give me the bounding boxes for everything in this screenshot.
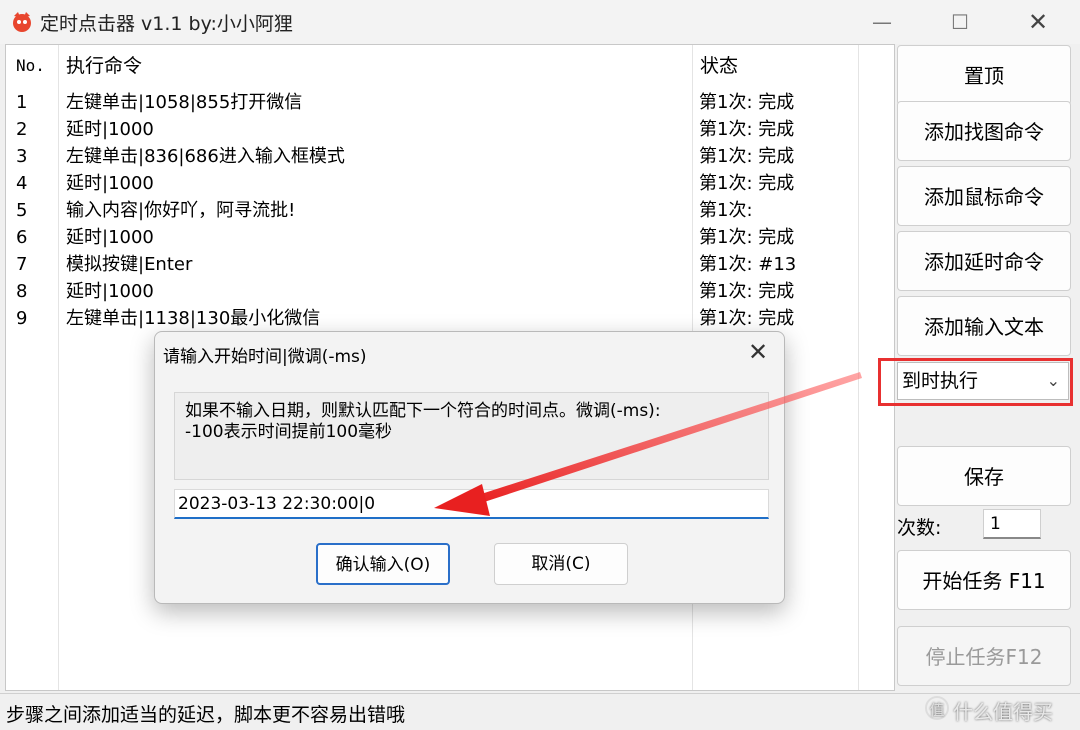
table-row[interactable]: 4 延时|1000 第1次: 完成	[6, 170, 894, 197]
row-command: 延时|1000	[66, 119, 154, 140]
column-header-status[interactable]: 状态	[700, 45, 738, 85]
count-label: 次数:	[897, 517, 942, 539]
close-icon[interactable]: ✕	[1018, 8, 1058, 36]
row-number: 8	[16, 281, 28, 302]
watermark-icon: 值	[925, 696, 949, 720]
row-status: 第1次: #13	[699, 254, 797, 275]
table-row[interactable]: 9 左键单击|1138|130最小化微信 第1次: 完成	[6, 305, 894, 332]
table-row[interactable]: 1 左键单击|1058|855打开微信 第1次: 完成	[6, 89, 894, 116]
row-number: 6	[16, 227, 28, 248]
row-number: 7	[16, 254, 28, 275]
row-number: 5	[16, 200, 28, 221]
column-header-command[interactable]: 执行命令	[66, 45, 142, 85]
cancel-button[interactable]: 取消(C)	[494, 543, 628, 585]
window-title: 定时点击器 v1.1 by:小小阿狸	[40, 13, 293, 35]
row-status: 第1次: 完成	[699, 92, 795, 113]
table-row[interactable]: 7 模拟按键|Enter 第1次: #13	[6, 251, 894, 278]
table-row[interactable]: 5 输入内容|你好吖，阿寻流批! 第1次:	[6, 197, 894, 224]
dialog-message-line: 如果不输入日期，则默认匹配下一个符合的时间点。微调(-ms):	[185, 401, 661, 421]
add-mouse-command-button[interactable]: 添加鼠标命令	[897, 166, 1071, 226]
confirm-button[interactable]: 确认输入(O)	[316, 543, 450, 585]
status-text: 步骤之间添加适当的延迟，脚本更不容易出错哦	[6, 704, 406, 726]
minimize-icon[interactable]: —	[862, 8, 902, 36]
row-command: 延时|1000	[66, 173, 154, 194]
table-row[interactable]: 6 延时|1000 第1次: 完成	[6, 224, 894, 251]
start-task-button[interactable]: 开始任务 F11	[897, 550, 1071, 610]
dialog-title: 请输入开始时间|微调(-ms)	[163, 347, 367, 367]
row-command: 左键单击|836|686进入输入框模式	[66, 146, 345, 167]
save-button[interactable]: 保存	[897, 446, 1071, 506]
row-number: 3	[16, 146, 28, 167]
row-number: 2	[16, 119, 28, 140]
title-bar: 定时点击器 v1.1 by:小小阿狸 — ☐ ✕	[0, 0, 1080, 44]
row-number: 1	[16, 92, 28, 113]
table-row[interactable]: 3 左键单击|836|686进入输入框模式 第1次: 完成	[6, 143, 894, 170]
dialog-message-line: -100表示时间提前100毫秒	[185, 422, 393, 442]
table-row[interactable]: 8 延时|1000 第1次: 完成	[6, 278, 894, 305]
stop-task-button: 停止任务F12	[897, 626, 1071, 686]
row-command: 模拟按键|Enter	[66, 254, 193, 275]
add-image-command-button[interactable]: 添加找图命令	[897, 101, 1071, 161]
row-status: 第1次: 完成	[699, 146, 795, 167]
add-delay-command-button[interactable]: 添加延时命令	[897, 231, 1071, 291]
pin-top-button[interactable]: 置顶	[897, 45, 1071, 105]
count-input[interactable]: 1	[983, 509, 1041, 539]
row-status: 第1次: 完成	[699, 308, 795, 329]
row-status: 第1次: 完成	[699, 173, 795, 194]
status-bar: 步骤之间添加适当的延迟，脚本更不容易出错哦	[0, 693, 1080, 730]
row-command: 延时|1000	[66, 281, 154, 302]
dialog-message: 如果不输入日期，则默认匹配下一个符合的时间点。微调(-ms): -100表示时间…	[174, 392, 769, 480]
row-status: 第1次: 完成	[699, 227, 795, 248]
column-header-no[interactable]: No.	[16, 45, 45, 85]
app-logo-icon	[13, 12, 31, 32]
row-number: 9	[16, 308, 28, 329]
row-status: 第1次: 完成	[699, 119, 795, 140]
maximize-icon[interactable]: ☐	[940, 8, 980, 36]
row-status: 第1次: 完成	[699, 281, 795, 302]
add-text-input-button[interactable]: 添加输入文本	[897, 296, 1071, 356]
start-time-dialog: 请输入开始时间|微调(-ms) ✕ 如果不输入日期，则默认匹配下一个符合的时间点…	[154, 331, 785, 604]
row-command: 输入内容|你好吖，阿寻流批!	[66, 200, 296, 221]
row-status: 第1次:	[699, 200, 753, 221]
start-time-input[interactable]: 2023-03-13 22:30:00|0	[174, 489, 769, 519]
row-number: 4	[16, 173, 28, 194]
row-command: 左键单击|1058|855打开微信	[66, 92, 303, 113]
row-command: 左键单击|1138|130最小化微信	[66, 308, 321, 329]
highlight-box	[878, 358, 1073, 406]
row-command: 延时|1000	[66, 227, 154, 248]
table-row[interactable]: 2 延时|1000 第1次: 完成	[6, 116, 894, 143]
dialog-close-icon[interactable]: ✕	[740, 336, 776, 368]
watermark-text: 什么值得买	[953, 700, 1053, 724]
